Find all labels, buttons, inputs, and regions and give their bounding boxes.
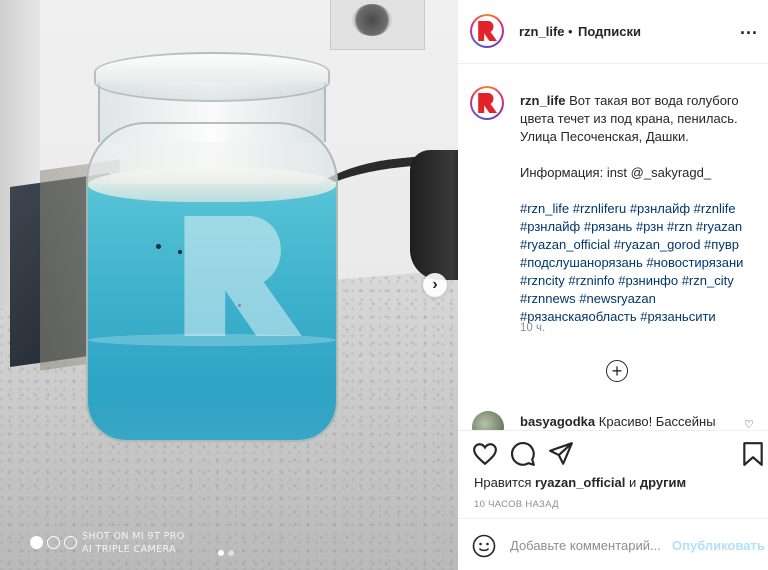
camera-watermark-line1: SHOT ON MI 9T PRO xyxy=(82,531,185,542)
caption-info: Информация: inst @_sakyragd_ xyxy=(520,165,712,180)
plus-circle-icon: + xyxy=(611,360,623,381)
photo-kettle xyxy=(410,150,458,280)
likes-summary: Нравится ryazan_official и другим xyxy=(474,475,686,490)
jar-foam xyxy=(88,168,336,202)
camera-dot xyxy=(64,536,77,549)
post-header: rzn_life • Подписки ... xyxy=(458,0,768,64)
caption-time: 10 ч. xyxy=(520,322,546,334)
save-bookmark-icon[interactable] xyxy=(740,441,766,467)
emoji-icon[interactable] xyxy=(472,534,496,558)
caption-hashtags[interactable]: #rzn_life #rznliferu #рзнлайф #rznlife #… xyxy=(520,200,760,326)
camera-watermark: SHOT ON MI 9T PRO AI TRIPLE CAMERA xyxy=(82,530,185,556)
publish-button[interactable]: Опубликовать xyxy=(672,538,765,553)
post-actions: Нравится ryazan_official и другим 10 ЧАС… xyxy=(458,430,768,518)
comment-icon[interactable] xyxy=(510,441,536,467)
caption-text: rzn_life Вот такая вот вода голубого цве… xyxy=(520,92,760,326)
comment-composer: Опубликовать xyxy=(458,518,768,570)
likes-and: и xyxy=(628,475,637,490)
following-button[interactable]: Подписки xyxy=(578,24,641,39)
comment-body: Красиво! Бассейны xyxy=(598,414,716,429)
comment-like-icon[interactable]: ♡ xyxy=(744,418,754,430)
instagram-post-modal: SHOT ON MI 9T PRO AI TRIPLE CAMERA › rzn… xyxy=(0,0,768,570)
pager-dot xyxy=(228,550,234,556)
next-slide-button[interactable]: › xyxy=(423,273,447,297)
jar-speck xyxy=(156,244,161,249)
likes-others[interactable]: другим xyxy=(640,475,686,490)
camera-dot xyxy=(47,536,60,549)
author-username[interactable]: rzn_life xyxy=(519,24,565,39)
rzn-logo-icon xyxy=(478,93,497,113)
comment-input[interactable] xyxy=(510,533,674,557)
post-timestamp: 10 ЧАСОВ НАЗАД xyxy=(474,499,559,510)
more-options-icon[interactable]: ... xyxy=(740,18,758,39)
camera-dots xyxy=(30,536,77,549)
caption-username[interactable]: rzn_life xyxy=(520,93,566,108)
rzn-logo-icon xyxy=(478,21,497,41)
likes-prefix: Нравится xyxy=(474,475,532,490)
camera-watermark-line2: AI TRIPLE CAMERA xyxy=(82,544,177,555)
post-caption: rzn_life Вот такая вот вода голубого цве… xyxy=(458,64,768,408)
share-icon[interactable] xyxy=(548,441,574,467)
comment-text: basyagodka Красиво! Бассейны xyxy=(520,414,716,429)
header-separator: • xyxy=(568,24,573,39)
jar-rim xyxy=(94,52,330,102)
load-more-comments-button[interactable]: + xyxy=(606,360,628,382)
camera-dot xyxy=(30,536,43,549)
carousel-pager xyxy=(218,550,234,556)
comment-row: basyagodka Красиво! Бассейны ♡ xyxy=(458,408,768,430)
post-panel: rzn_life • Подписки ... rzn_life Вот так… xyxy=(458,0,768,570)
commenter-avatar[interactable] xyxy=(472,411,504,430)
likes-user[interactable]: ryazan_official xyxy=(535,475,625,490)
heart-icon[interactable] xyxy=(472,441,498,467)
chevron-right-icon: › xyxy=(432,276,438,293)
caption-avatar[interactable] xyxy=(470,86,504,120)
rzn-watermark-icon xyxy=(184,216,302,336)
photo-socket-hole xyxy=(352,4,392,36)
pager-dot-active xyxy=(218,550,224,556)
post-photo[interactable]: SHOT ON MI 9T PRO AI TRIPLE CAMERA › xyxy=(0,0,458,570)
author-avatar[interactable] xyxy=(470,14,504,48)
commenter-username[interactable]: basyagodka xyxy=(520,414,595,429)
